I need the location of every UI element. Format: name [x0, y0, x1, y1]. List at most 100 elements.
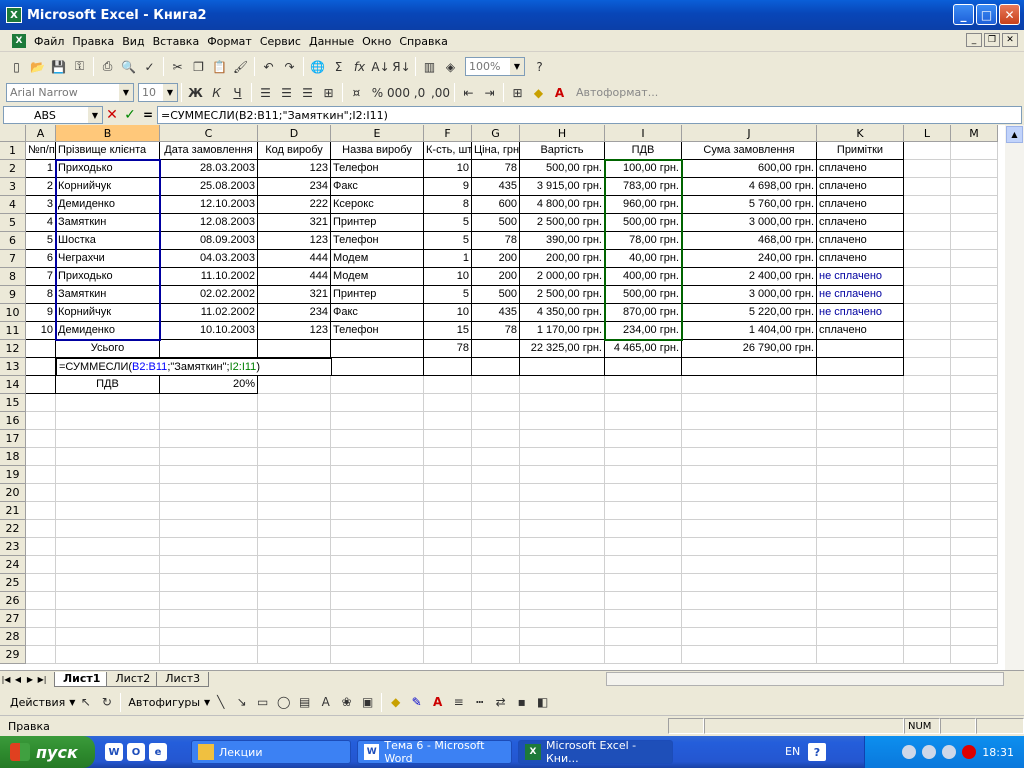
table-cell[interactable]: 12.10.2003 [160, 196, 258, 214]
merge-center-icon[interactable]: ⊞ [318, 82, 339, 103]
chevron-down-icon[interactable]: ▼ [510, 58, 524, 75]
table-cell[interactable]: 3 915,00 грн. [520, 178, 605, 196]
cell[interactable] [26, 592, 56, 610]
row-header-23[interactable]: 23 [0, 538, 26, 556]
cell[interactable] [56, 448, 160, 466]
table-cell[interactable]: 1 [424, 250, 472, 268]
cell[interactable] [951, 412, 998, 430]
table-cell[interactable] [26, 358, 56, 376]
cell[interactable] [26, 556, 56, 574]
cell[interactable] [904, 466, 951, 484]
cell[interactable] [160, 412, 258, 430]
cell[interactable] [472, 412, 520, 430]
line-style-icon[interactable]: ≡ [448, 692, 469, 713]
menu-tools[interactable]: Сервис [256, 35, 305, 48]
cell[interactable] [424, 448, 472, 466]
ati-icon[interactable] [962, 745, 977, 759]
cell[interactable] [160, 502, 258, 520]
sort-asc-icon[interactable]: A↓ [370, 56, 391, 77]
cell[interactable] [26, 484, 56, 502]
table-cell[interactable]: 100,00 грн. [605, 160, 682, 178]
table-cell[interactable]: 8 [26, 286, 56, 304]
cell[interactable] [26, 502, 56, 520]
table-cell[interactable]: 2 500,00 грн. [520, 286, 605, 304]
3d-icon[interactable]: ◧ [532, 692, 553, 713]
font-combo[interactable]: Arial Narrow ▼ [6, 83, 134, 102]
table-cell[interactable]: 222 [258, 196, 331, 214]
cell[interactable] [951, 394, 998, 412]
insert-function-icon[interactable]: = [139, 108, 157, 122]
last-sheet-icon[interactable]: ▶| [36, 673, 48, 686]
vat-rate[interactable]: 20% [160, 376, 258, 394]
row-header-19[interactable]: 19 [0, 466, 26, 484]
table-cell[interactable]: сплачено [817, 178, 904, 196]
cell[interactable] [160, 448, 258, 466]
cell[interactable] [951, 628, 998, 646]
cell[interactable] [26, 430, 56, 448]
table-cell[interactable]: 9 [26, 304, 56, 322]
cell[interactable] [817, 484, 904, 502]
cell[interactable] [424, 484, 472, 502]
decrease-indent-icon[interactable]: ⇤ [458, 82, 479, 103]
table-cell[interactable]: 2 [26, 178, 56, 196]
cell[interactable] [258, 646, 331, 664]
autosum-icon[interactable]: Σ [328, 56, 349, 77]
cell[interactable] [520, 412, 605, 430]
table-cell[interactable]: 10 [424, 160, 472, 178]
function-icon[interactable]: fx [349, 56, 370, 77]
table-cell[interactable]: 12.08.2003 [160, 214, 258, 232]
cell[interactable] [682, 610, 817, 628]
tab-sheet3[interactable]: Лист3 [156, 671, 210, 687]
borders-icon[interactable]: ⊞ [507, 82, 528, 103]
cell[interactable] [26, 394, 56, 412]
autoshapes-menu[interactable]: Автофигуры [124, 696, 204, 709]
table-cell[interactable]: не сплачено [817, 286, 904, 304]
tray-icon[interactable] [942, 745, 957, 759]
cell[interactable] [424, 538, 472, 556]
table-cell[interactable]: 4 800,00 грн. [520, 196, 605, 214]
cell[interactable] [160, 574, 258, 592]
cell[interactable] [258, 610, 331, 628]
cell[interactable] [904, 484, 951, 502]
table-cell[interactable]: Ксерокс [331, 196, 424, 214]
row-header-16[interactable]: 16 [0, 412, 26, 430]
chevron-down-icon[interactable]: ▼ [88, 107, 102, 123]
table-cell[interactable] [817, 340, 904, 358]
cell[interactable] [904, 286, 951, 304]
table-cell[interactable]: Замяткин [56, 214, 160, 232]
table-cell[interactable]: 78,00 грн. [605, 232, 682, 250]
cell[interactable] [904, 502, 951, 520]
table-cell[interactable]: 321 [258, 286, 331, 304]
cell[interactable] [160, 592, 258, 610]
start-button[interactable]: пуск [0, 736, 95, 768]
cell[interactable] [951, 610, 998, 628]
menu-format[interactable]: Формат [203, 35, 256, 48]
first-sheet-icon[interactable]: |◀ [0, 673, 12, 686]
cell[interactable] [520, 538, 605, 556]
cell[interactable] [951, 376, 998, 394]
cell[interactable] [472, 520, 520, 538]
table-cell[interactable] [26, 340, 56, 358]
table-header[interactable]: Ціна, грн [472, 142, 520, 160]
cell[interactable] [951, 214, 998, 232]
cell[interactable] [904, 250, 951, 268]
cell[interactable] [817, 502, 904, 520]
cell[interactable] [951, 538, 998, 556]
row-header-27[interactable]: 27 [0, 610, 26, 628]
cell[interactable] [520, 556, 605, 574]
cell[interactable] [258, 412, 331, 430]
maximize-button[interactable]: □ [976, 4, 997, 25]
cell[interactable] [904, 322, 951, 340]
cell[interactable] [258, 484, 331, 502]
vat-label[interactable]: ПДВ [56, 376, 160, 394]
cell[interactable] [520, 646, 605, 664]
table-header[interactable]: Вартість [520, 142, 605, 160]
cell[interactable] [424, 592, 472, 610]
cell[interactable] [472, 376, 520, 394]
table-cell[interactable]: 870,00 грн. [605, 304, 682, 322]
cell[interactable] [817, 610, 904, 628]
cell[interactable] [682, 430, 817, 448]
cell[interactable] [258, 448, 331, 466]
cell[interactable] [817, 394, 904, 412]
font-size-combo[interactable]: 10 ▼ [138, 83, 178, 102]
